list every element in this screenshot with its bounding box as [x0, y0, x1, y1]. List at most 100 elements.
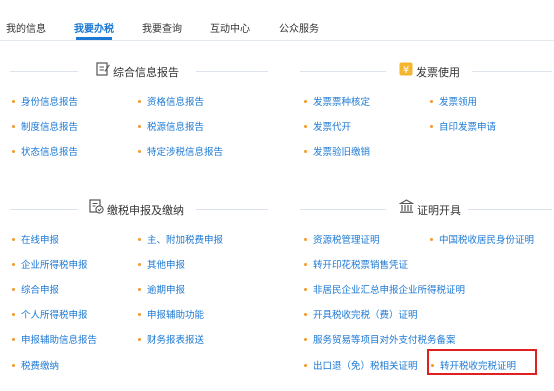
link-tax-payment-certificate[interactable]: 开具税收完税（费）证明 — [304, 307, 418, 321]
bullet-dot — [138, 100, 141, 103]
link-main-additional-tax-declare[interactable]: 主、附加税费申报 — [138, 232, 223, 246]
link-status-report[interactable]: 状态信息报告 — [12, 144, 78, 158]
link-invoice-type-approval[interactable]: 发票票种核定 — [304, 94, 370, 108]
document-edit-icon — [96, 62, 110, 76]
link-label: 转开印花税票销售凭证 — [313, 260, 409, 271]
link-label: 发票代开 — [313, 122, 352, 133]
link-comprehensive-declare[interactable]: 综合申报 — [12, 282, 59, 296]
link-tax-resident-certificate[interactable]: 中国税收居民身份证明 — [430, 232, 534, 246]
bullet-dot — [12, 150, 15, 153]
bullet-dot — [12, 313, 15, 316]
active-tab-indicator — [76, 37, 112, 40]
link-label: 税费缴纳 — [21, 361, 60, 372]
bullet-dot — [304, 338, 307, 341]
divider-line — [472, 71, 552, 72]
link-label: 主、附加税费申报 — [147, 235, 224, 246]
divider-line — [468, 209, 552, 210]
bullet-dot — [304, 100, 307, 103]
link-label: 出口退（免）税相关证明 — [313, 361, 418, 372]
link-label: 服务贸易等项目对外支付税务备案 — [313, 335, 456, 346]
link-label: 制度信息报告 — [21, 122, 79, 133]
divider-line — [300, 71, 386, 72]
link-resource-tax-certificate[interactable]: 资源税管理证明 — [304, 232, 380, 246]
bullet-dot — [304, 263, 307, 266]
invoice-yen-icon: ¥ — [399, 62, 413, 76]
section-header-certificate: 证明开具 — [300, 199, 552, 219]
link-label: 逾期申报 — [147, 285, 186, 296]
bullet-dot — [12, 238, 15, 241]
section-header-invoice: ¥ 发票使用 — [300, 61, 552, 81]
divider-line — [300, 209, 386, 210]
link-label: 非居民企业汇总申报企业所得税证明 — [313, 285, 466, 296]
link-identity-report[interactable]: 身份信息报告 — [12, 94, 78, 108]
tab-my-info[interactable]: 我的信息 — [6, 20, 46, 35]
section-title-certificate: 证明开具 — [417, 204, 461, 217]
link-label: 发票票种核定 — [313, 97, 371, 108]
highlight-box — [427, 349, 537, 375]
link-label: 个人所得税申报 — [21, 310, 88, 321]
tab-query[interactable]: 我要查询 — [142, 20, 182, 35]
tax-form-icon — [89, 199, 104, 214]
link-nonresident-summary-certificate[interactable]: 非居民企业汇总申报企业所得税证明 — [304, 282, 465, 296]
link-personal-income-tax-declare[interactable]: 个人所得税申报 — [12, 307, 88, 321]
link-qualification-report[interactable]: 资格信息报告 — [138, 94, 204, 108]
link-export-refund-certificate[interactable]: 出口退（免）税相关证明 — [304, 358, 418, 372]
tab-interaction[interactable]: 互动中心 — [210, 20, 250, 35]
bullet-dot — [138, 338, 141, 341]
link-declare-aux-function[interactable]: 申报辅助功能 — [138, 307, 204, 321]
bullet-dot — [138, 125, 141, 128]
link-invoice-receive[interactable]: 发票领用 — [430, 94, 477, 108]
bullet-dot — [304, 364, 307, 367]
tab-public-service[interactable]: 公众服务 — [279, 20, 319, 35]
section-title-invoice: 发票使用 — [416, 66, 460, 79]
link-stamp-tax-sales-voucher[interactable]: 转开印花税票销售凭证 — [304, 257, 408, 271]
bullet-dot — [138, 263, 141, 266]
link-label: 税源信息报告 — [147, 122, 205, 133]
section-title-info-report: 综合信息报告 — [113, 66, 179, 79]
link-invoice-verify-cancel[interactable]: 发票验旧缴销 — [304, 144, 370, 158]
link-declare-aux-info-report[interactable]: 申报辅助信息报告 — [12, 332, 97, 346]
link-system-report[interactable]: 制度信息报告 — [12, 119, 78, 133]
link-label: 资格信息报告 — [147, 97, 205, 108]
bullet-dot — [304, 238, 307, 241]
link-label: 发票验旧缴销 — [313, 147, 371, 158]
link-other-declare[interactable]: 其他申报 — [138, 257, 185, 271]
section-header-declare: 缴税申报及缴纳 — [10, 199, 268, 219]
link-label: 身份信息报告 — [21, 97, 79, 108]
bullet-dot — [12, 364, 15, 367]
link-label: 申报辅助信息报告 — [21, 335, 98, 346]
svg-text:¥: ¥ — [403, 65, 409, 76]
link-online-declare[interactable]: 在线申报 — [12, 232, 59, 246]
link-specific-tax-report[interactable]: 特定涉税信息报告 — [138, 144, 223, 158]
main-nav: 我的信息 我要办税 我要查询 互动中心 公众服务 — [0, 0, 554, 41]
bullet-dot — [430, 125, 433, 128]
link-label: 申报辅助功能 — [147, 310, 205, 321]
link-label: 开具税收完税（费）证明 — [313, 310, 418, 321]
bullet-dot — [138, 313, 141, 316]
tab-tax-handling[interactable]: 我要办税 — [74, 20, 114, 35]
link-label: 状态信息报告 — [21, 147, 79, 158]
bullet-dot — [430, 100, 433, 103]
link-service-trade-filing[interactable]: 服务贸易等项目对外支付税务备案 — [304, 332, 456, 346]
link-tax-payment[interactable]: 税费缴纳 — [12, 358, 59, 372]
link-label: 发票领用 — [439, 97, 478, 108]
bullet-dot — [12, 100, 15, 103]
link-label: 财务报表报送 — [147, 335, 205, 346]
bullet-dot — [12, 125, 15, 128]
bullet-dot — [304, 313, 307, 316]
section-title-declare: 缴税申报及缴纳 — [107, 204, 184, 217]
bullet-dot — [138, 150, 141, 153]
link-corp-income-tax-declare[interactable]: 企业所得税申报 — [12, 257, 88, 271]
divider-line — [196, 71, 268, 72]
link-invoice-issue-on-behalf[interactable]: 发票代开 — [304, 119, 351, 133]
link-self-print-invoice[interactable]: 自印发票申请 — [430, 119, 496, 133]
section-header-info-report: 综合信息报告 — [10, 61, 268, 81]
link-label: 资源税管理证明 — [313, 235, 380, 246]
link-label: 自印发票申请 — [439, 122, 497, 133]
link-tax-source-report[interactable]: 税源信息报告 — [138, 119, 204, 133]
link-financial-statement-submit[interactable]: 财务报表报送 — [138, 332, 204, 346]
bullet-dot — [304, 150, 307, 153]
bullet-dot — [138, 288, 141, 291]
bullet-dot — [12, 338, 15, 341]
link-overdue-declare[interactable]: 逾期申报 — [138, 282, 185, 296]
